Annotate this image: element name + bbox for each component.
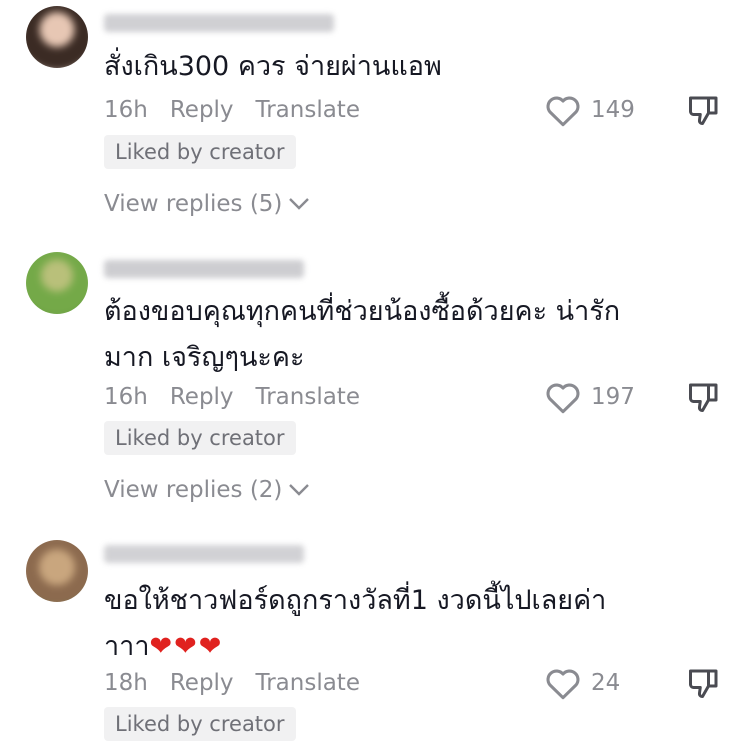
like-button[interactable]: 197 — [544, 377, 644, 417]
reply-button[interactable]: Reply — [170, 384, 234, 410]
like-button[interactable]: 24 — [544, 663, 644, 703]
username-blurred[interactable] — [104, 14, 334, 32]
liked-by-creator-badge: Liked by creator — [104, 707, 296, 741]
like-button[interactable]: 149 — [544, 90, 644, 130]
dislike-button[interactable] — [684, 377, 724, 417]
timestamp: 16h — [104, 97, 148, 123]
thumbs-down-icon — [689, 383, 718, 412]
heart-outline-icon — [546, 96, 580, 127]
view-replies-label: View replies (5) — [104, 191, 283, 217]
comment-text: สั่งเกิน300 ควร จ่ายผ่านแอพ — [104, 51, 442, 82]
translate-button[interactable]: Translate — [256, 670, 360, 696]
timestamp: 16h — [104, 384, 148, 410]
liked-by-creator-badge: Liked by creator — [104, 135, 296, 169]
avatar[interactable] — [26, 540, 88, 602]
like-count: 149 — [591, 97, 635, 123]
reply-button[interactable]: Reply — [170, 97, 234, 123]
chevron-down-icon — [289, 484, 310, 496]
comment-item: สั่งเกิน300 ควร จ่ายผ่านแอพ 16h Reply Tr… — [0, 0, 750, 230]
avatar[interactable] — [26, 252, 88, 314]
translate-button[interactable]: Translate — [256, 97, 360, 123]
like-count: 24 — [591, 670, 621, 696]
dislike-button[interactable] — [684, 90, 724, 130]
heart-emoji-icon: ❤❤❤ — [149, 631, 224, 662]
comment-meta: 16h Reply Translate — [104, 382, 382, 412]
view-replies-label: View replies (2) — [104, 477, 283, 503]
comment-item: ขอให้ชาวฟอร์ดถูกรางวัลที่1 งวดนี้ไปเลยค่… — [0, 525, 750, 749]
dislike-button[interactable] — [684, 663, 724, 703]
comment-meta: 16h Reply Translate — [104, 95, 382, 125]
heart-outline-icon — [546, 383, 580, 414]
reply-button[interactable]: Reply — [170, 670, 234, 696]
thumbs-down-icon — [689, 96, 718, 125]
liked-by-creator-badge: Liked by creator — [104, 421, 296, 455]
thumbs-down-icon — [689, 669, 718, 698]
comment-text: ขอให้ชาวฟอร์ดถูกรางวัลที่1 งวดนี้ไปเลยค่… — [104, 578, 664, 670]
view-replies-button[interactable]: View replies (2) — [104, 473, 310, 507]
view-replies-button[interactable]: View replies (5) — [104, 187, 310, 221]
translate-button[interactable]: Translate — [256, 384, 360, 410]
timestamp: 18h — [104, 670, 148, 696]
heart-outline-icon — [546, 669, 580, 700]
comment-meta: 18h Reply Translate — [104, 668, 382, 698]
username-blurred[interactable] — [104, 260, 304, 278]
comment-item: ต้องขอบคุณทุกคนที่ช่วยน้องซื้อด้วยคะ น่า… — [0, 238, 750, 518]
comment-text: ต้องขอบคุณทุกคนที่ช่วยน้องซื้อด้วยคะ น่า… — [104, 296, 621, 373]
username-blurred[interactable] — [104, 545, 304, 563]
chevron-down-icon — [289, 198, 310, 210]
like-count: 197 — [591, 384, 635, 410]
avatar[interactable] — [26, 6, 88, 68]
